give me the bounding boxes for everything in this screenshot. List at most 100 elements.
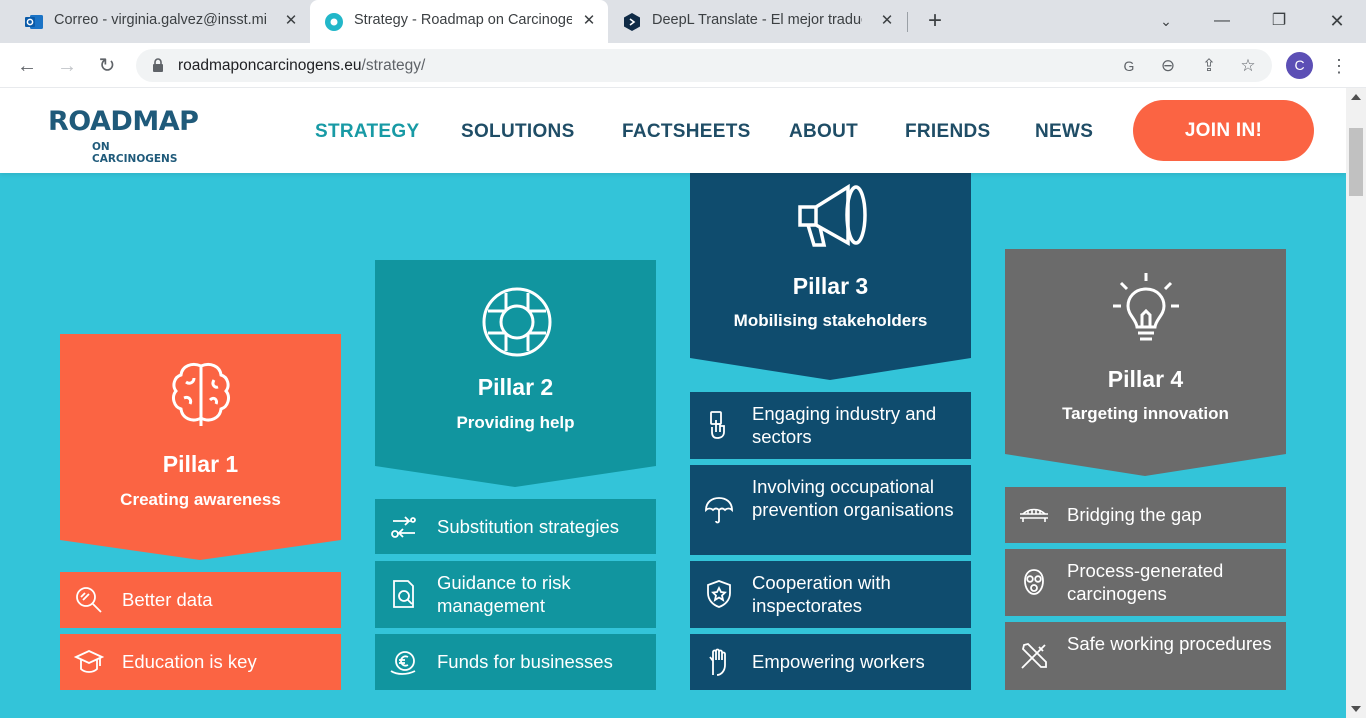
tab-close-icon[interactable]: ✕	[280, 10, 302, 32]
address-bar[interactable]: roadmaponcarcinogens.eu/strategy/ G ⊖ ⇪ …	[136, 49, 1272, 82]
item-label: Education is key	[122, 651, 257, 672]
share-icon[interactable]: ⇪	[1198, 55, 1220, 77]
close-window-button[interactable]: ✕	[1322, 6, 1352, 36]
pillar-2-title: Pillar 2	[477, 374, 554, 400]
tab-title: Strategy - Roadmap on Carcinoge	[354, 12, 572, 28]
item-better-data[interactable]: Better data	[60, 572, 341, 628]
document-search-icon	[393, 580, 414, 608]
forward-button[interactable]: →	[52, 51, 82, 81]
graduation-cap-icon	[74, 650, 104, 673]
scroll-up-icon[interactable]	[1351, 94, 1361, 100]
item-label: Engaging industry and sectors	[752, 403, 937, 447]
lightbulb-icon	[1113, 273, 1179, 341]
item-label: Guidance to risk management	[437, 572, 571, 616]
logo-subtitle: ON CARCINOGENS	[92, 141, 178, 165]
pillar-3[interactable]: Pillar 3 Mobilising stakeholders	[690, 173, 971, 380]
page-scrollbar[interactable]	[1346, 88, 1366, 718]
item-label: Bridging the gap	[1067, 504, 1202, 525]
pillar-2-subtitle: Providing help	[456, 413, 575, 432]
item-cooperation-inspectorates[interactable]: Cooperation with inspectorates	[690, 561, 971, 628]
item-empowering-workers[interactable]: Empowering workers	[690, 634, 971, 690]
tab-close-icon[interactable]: ✕	[876, 10, 898, 32]
item-engaging-industry[interactable]: Engaging industry and sectors	[690, 392, 971, 459]
item-bridging-the-gap[interactable]: Bridging the gap	[1005, 487, 1286, 543]
brain-icon	[172, 362, 230, 426]
back-button[interactable]: ←	[12, 51, 42, 81]
browser-menu-icon[interactable]: ⋮	[1330, 51, 1348, 81]
pillar-3-title: Pillar 3	[792, 273, 869, 299]
lifebuoy-icon	[482, 287, 552, 357]
roadmap-logo[interactable]: ROADMAP ON CARCINOGENS	[48, 106, 199, 165]
tab-title: DeepL Translate - El mejor traduc	[652, 12, 862, 28]
raised-hand-icon	[709, 648, 726, 676]
pillar-4-title: Pillar 4	[1107, 366, 1184, 392]
logo-wordmark: ROADMAP	[48, 106, 199, 137]
tab-outlook-mail[interactable]: Correo - virginia.galvez@insst.mi ✕	[10, 0, 308, 43]
roadmap-favicon-icon	[325, 13, 343, 31]
reload-button[interactable]: ↻	[92, 51, 122, 81]
outlook-icon	[25, 15, 43, 29]
hand-pointer-icon	[710, 411, 725, 439]
nav-friends[interactable]: FRIENDS	[905, 121, 991, 143]
euro-hand-icon	[390, 651, 416, 675]
item-label: Involving occupational prevention organi…	[752, 476, 954, 520]
item-label: Safe working procedures	[1067, 633, 1272, 654]
browser-toolbar: ← → ↻ roadmaponcarcinogens.eu/strategy/ …	[0, 43, 1366, 88]
bridge-icon	[1020, 508, 1048, 522]
item-involving-prevention-orgs[interactable]: Involving occupational prevention organi…	[690, 465, 971, 555]
item-funds-for-businesses[interactable]: Funds for businesses	[375, 634, 656, 690]
minimize-button[interactable]: —	[1207, 6, 1237, 36]
item-label: Better data	[122, 589, 213, 610]
tab-separator	[907, 12, 908, 32]
pillar-1[interactable]: Pillar 1 Creating awareness	[60, 334, 341, 560]
new-tab-button[interactable]: +	[922, 9, 948, 35]
profile-avatar[interactable]: C	[1286, 52, 1313, 79]
scrollbar-thumb[interactable]	[1349, 128, 1363, 196]
item-safe-working-procedures[interactable]: Safe working procedures	[1005, 622, 1286, 690]
item-process-generated-carcinogens[interactable]: Process-generated carcinogens	[1005, 549, 1286, 616]
url-path: /strategy/	[361, 57, 426, 74]
nav-solutions[interactable]: SOLUTIONS	[461, 121, 575, 143]
tab-search-chevron-icon[interactable]: ⌄	[1151, 6, 1181, 36]
item-substitution-strategies[interactable]: Substitution strategies	[375, 499, 656, 554]
nav-strategy[interactable]: STRATEGY	[315, 121, 419, 143]
url-domain: roadmaponcarcinogens.eu	[178, 57, 362, 74]
shield-star-icon	[707, 580, 731, 608]
item-label: Substitution strategies	[437, 516, 620, 537]
item-guidance-risk-management[interactable]: Guidance to risk management	[375, 561, 656, 628]
nav-about[interactable]: ABOUT	[789, 121, 858, 143]
nav-news[interactable]: NEWS	[1035, 121, 1093, 143]
umbrella-icon	[705, 497, 733, 524]
item-education-is-key[interactable]: Education is key	[60, 634, 341, 690]
magnifier-icon	[76, 587, 102, 613]
url-text: roadmaponcarcinogens.eu/strategy/	[178, 57, 425, 75]
lock-icon	[153, 58, 163, 72]
zoom-icon[interactable]: ⊖	[1157, 55, 1179, 77]
swap-icon	[391, 516, 416, 538]
tab-roadmap-strategy[interactable]: Strategy - Roadmap on Carcinoge ✕	[310, 0, 608, 43]
pillar-3-subtitle: Mobilising stakeholders	[733, 311, 928, 330]
pillar-1-title: Pillar 1	[162, 451, 239, 477]
site-header: ROADMAP ON CARCINOGENS STRATEGY SOLUTION…	[0, 88, 1346, 173]
bookmark-star-icon[interactable]: ☆	[1237, 55, 1259, 77]
tab-deepl[interactable]: DeepL Translate - El mejor traduc ✕	[608, 0, 906, 43]
scroll-down-icon[interactable]	[1351, 706, 1361, 712]
tools-icon	[1021, 643, 1047, 669]
pillar-2[interactable]: Pillar 2 Providing help	[375, 260, 656, 486]
page-viewport: ROADMAP ON CARCINOGENS STRATEGY SOLUTION…	[0, 88, 1346, 718]
translate-icon[interactable]: G	[1118, 55, 1140, 77]
item-label: Process-generated carcinogens	[1067, 560, 1224, 604]
deepl-icon	[624, 13, 640, 31]
pillar-4[interactable]: Pillar 4 Targeting innovation	[1005, 249, 1286, 476]
gas-mask-icon	[1024, 569, 1044, 595]
maximize-button[interactable]: ❐	[1264, 6, 1294, 36]
item-label: Cooperation with inspectorates	[752, 572, 891, 616]
nav-factsheets[interactable]: FACTSHEETS	[622, 121, 751, 143]
pillar-4-subtitle: Targeting innovation	[1062, 404, 1229, 423]
join-in-button[interactable]: JOIN IN!	[1133, 100, 1314, 161]
pillar-1-subtitle: Creating awareness	[120, 490, 281, 509]
item-label: Funds for businesses	[437, 651, 613, 672]
tab-close-icon[interactable]: ✕	[578, 10, 600, 32]
tab-title: Correo - virginia.galvez@insst.mi	[54, 12, 267, 28]
item-label: Empowering workers	[752, 651, 925, 672]
